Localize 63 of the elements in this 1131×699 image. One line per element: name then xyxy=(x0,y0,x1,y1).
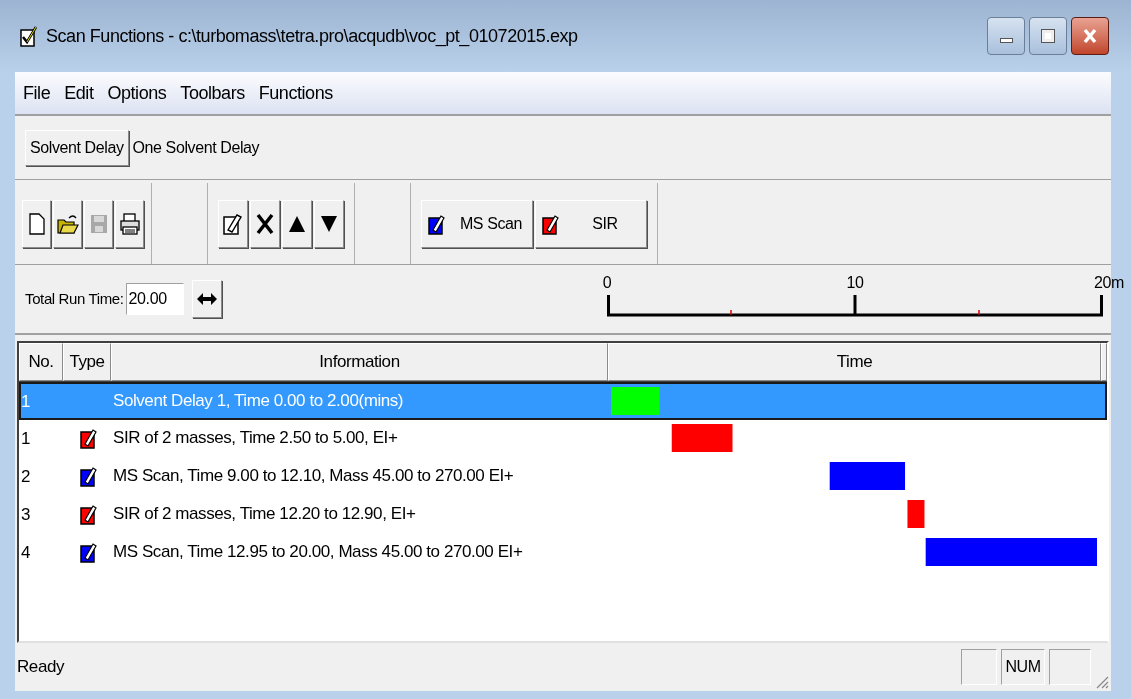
row-number: 1 xyxy=(21,392,31,410)
menu-item[interactable]: Edit xyxy=(64,79,94,107)
function-button[interactable]: SIR xyxy=(535,199,647,248)
window-title: Scan Functions - c:\turbomass\tetra.pro\acqudb\voc_pt_01072015.exp xyxy=(46,24,578,49)
resize-grip-icon xyxy=(1095,675,1109,689)
new-file-icon xyxy=(28,212,45,235)
table-row[interactable]: 3 SIR of 2 masses, Time 12.20 to 12.90, EI+ xyxy=(19,495,1107,533)
pencil-icon xyxy=(80,465,98,487)
solvent-delay-caption: One Solvent Delay xyxy=(132,137,260,158)
status-pane xyxy=(1049,649,1091,685)
menu-item[interactable]: Toolbars xyxy=(180,79,245,107)
pencil-icon xyxy=(80,541,98,563)
menu-item[interactable]: Options xyxy=(107,79,167,107)
double-arrow-icon xyxy=(196,293,217,305)
toolbar-button[interactable] xyxy=(250,199,280,248)
pencil-icon xyxy=(80,427,98,449)
row-number: 4 xyxy=(21,543,31,561)
row-number: 2 xyxy=(21,467,31,485)
function-info: MS Scan, Time 9.00 to 12.10, Mass 45.00 to 270.00 EI+ xyxy=(113,465,514,488)
close-icon xyxy=(1082,28,1098,44)
status-indicator: NUM xyxy=(1001,649,1045,685)
minimize-button[interactable] xyxy=(987,17,1025,55)
function-info: MS Scan, Time 12.95 to 20.00, Mass 45.00 to 270.00 EI+ xyxy=(113,541,523,564)
function-info: Solvent Delay 1, Time 0.00 to 2.00(mins) xyxy=(113,390,404,413)
delete-icon xyxy=(256,212,274,235)
down-arrow-icon xyxy=(320,214,338,233)
row-number: 3 xyxy=(21,505,31,523)
printer-icon xyxy=(118,212,141,235)
maximize-button[interactable] xyxy=(1029,17,1067,55)
close-button[interactable] xyxy=(1071,17,1109,55)
toolbar-button[interactable] xyxy=(115,199,144,248)
toolbar-button[interactable] xyxy=(282,199,312,248)
solvent-delay-button[interactable]: Solvent Delay xyxy=(25,129,129,166)
toolbar-button[interactable] xyxy=(53,199,82,248)
function-button[interactable]: MS Scan xyxy=(421,199,533,248)
menu-item[interactable]: Functions xyxy=(258,79,333,107)
up-arrow-icon xyxy=(288,214,306,233)
table-row[interactable]: 4 MS Scan, Time 12.95 to 20.00, Mass 45.00 to 270.00 EI+ xyxy=(19,533,1107,571)
column-header[interactable]: No. xyxy=(19,343,63,381)
column-header[interactable]: Time xyxy=(608,343,1101,381)
folder-icon xyxy=(56,212,79,235)
table-row[interactable]: 1 SIR of 2 masses, Time 2.50 to 5.00, EI+ xyxy=(19,419,1107,457)
ruler-tick-label: 10 xyxy=(846,275,864,291)
edit-icon xyxy=(223,211,243,236)
status-pane xyxy=(961,649,997,685)
toolbar-button[interactable] xyxy=(22,199,51,248)
notepad-check-icon xyxy=(20,25,38,47)
row-number: 1 xyxy=(21,429,31,447)
menu-item[interactable]: File xyxy=(23,79,51,107)
run-time-field[interactable]: 20.00 xyxy=(125,283,184,315)
ruler-tick-label: 20m xyxy=(1094,275,1124,291)
run-time-label: Total Run Time: xyxy=(25,288,124,309)
function-info: SIR of 2 masses, Time 12.20 to 12.90, EI+ xyxy=(113,503,416,526)
table-row[interactable]: 2 MS Scan, Time 9.00 to 12.10, Mass 45.00 to 270.00 EI+ xyxy=(19,457,1107,495)
column-header[interactable]: Information xyxy=(111,343,608,381)
column-header[interactable]: Type xyxy=(63,343,111,381)
fit-button[interactable] xyxy=(191,280,222,318)
toolbar-button[interactable] xyxy=(218,199,248,248)
function-info: SIR of 2 masses, Time 2.50 to 5.00, EI+ xyxy=(113,427,398,450)
pencil-icon xyxy=(80,503,98,525)
toolbar-button[interactable] xyxy=(314,199,344,248)
ruler-tick-label: 0 xyxy=(602,275,612,291)
status-text: Ready xyxy=(17,656,66,679)
